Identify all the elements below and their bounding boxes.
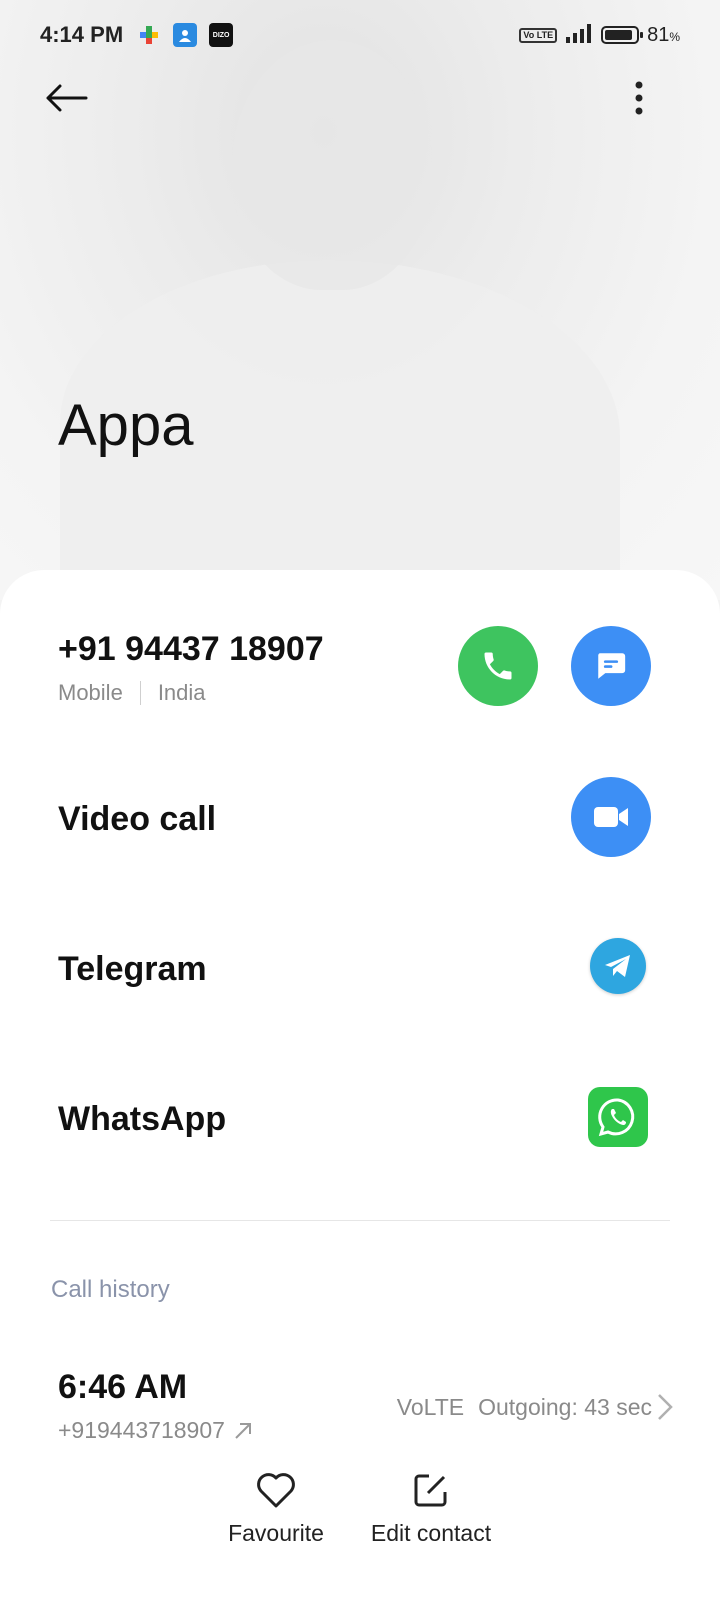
telegram-row[interactable]: Telegram	[0, 910, 720, 1030]
photo-silhouette-head	[232, 40, 432, 290]
message-icon	[598, 653, 626, 679]
contacts-icon	[173, 23, 198, 47]
message-button[interactable]	[571, 626, 651, 706]
phone-type: Mobile	[58, 680, 123, 705]
signal-icon	[565, 23, 593, 48]
battery-level: 81%	[647, 23, 680, 46]
call-time: 6:46 AM	[58, 1368, 188, 1406]
whatsapp-label: WhatsApp	[58, 1100, 227, 1138]
video-call-row[interactable]: Video call	[0, 760, 720, 880]
telegram-label: Telegram	[58, 950, 207, 988]
telegram-button[interactable]	[590, 938, 646, 994]
google-games-icon	[137, 23, 161, 47]
favourite-button[interactable]: Favourite	[226, 1470, 326, 1547]
status-bar: 4:14 PM DIZO Vo LTE 81%	[0, 0, 720, 70]
chevron-right-icon	[658, 1394, 673, 1420]
bottom-action-bar: Favourite Edit contact	[0, 1470, 720, 1600]
contact-name: Appa	[58, 393, 194, 458]
call-history-entry[interactable]: 6:46 AM +919443718907 VoLTE Outgoing: 43…	[0, 1355, 720, 1465]
outgoing-arrow-icon	[235, 1422, 251, 1439]
status-indicators: Vo LTE 81%	[519, 23, 680, 48]
phone-country: India	[157, 680, 206, 705]
status-time: 4:14 PM	[40, 22, 124, 47]
phone-number: +91 94437 18907	[58, 630, 324, 668]
more-options-button[interactable]	[611, 70, 667, 126]
call-network: VoLTE	[396, 1394, 465, 1420]
edit-icon	[414, 1474, 447, 1507]
meta-separator	[139, 681, 141, 705]
edit-contact-label: Edit contact	[370, 1520, 492, 1546]
back-arrow-icon	[46, 84, 88, 112]
dizo-icon: DIZO	[209, 23, 234, 47]
video-call-button[interactable]	[571, 777, 651, 857]
call-details: VoLTE Outgoing: 43 sec	[397, 1394, 652, 1421]
video-camera-icon	[594, 807, 628, 827]
favourite-label: Favourite	[228, 1520, 324, 1546]
whatsapp-row[interactable]: WhatsApp	[0, 1060, 720, 1180]
telegram-icon	[605, 955, 630, 977]
back-button[interactable]	[38, 70, 94, 126]
phone-icon	[484, 652, 512, 680]
section-divider	[50, 1220, 670, 1221]
more-vertical-icon	[635, 81, 643, 115]
call-button[interactable]	[458, 626, 538, 706]
call-number-text: +919443718907	[58, 1417, 225, 1443]
phone-meta: Mobile India	[58, 680, 206, 706]
edit-contact-button[interactable]: Edit contact	[366, 1470, 496, 1547]
call-history-title: Call history	[51, 1276, 170, 1303]
contact-details-sheet: +91 94437 18907 Mobile India Video call	[0, 570, 720, 1600]
battery-icon	[601, 26, 644, 44]
whatsapp-button[interactable]	[588, 1087, 648, 1147]
call-number: +919443718907	[58, 1417, 253, 1444]
video-call-label: Video call	[58, 800, 217, 838]
dizo-label: DIZO	[212, 31, 230, 39]
call-duration: Outgoing: 43 sec	[478, 1394, 652, 1420]
heart-icon	[257, 1473, 295, 1508]
phone-row[interactable]: +91 94437 18907 Mobile India	[0, 570, 720, 730]
whatsapp-icon	[598, 1098, 635, 1137]
volte-icon: Vo LTE	[519, 27, 558, 43]
notification-icons: DIZO	[137, 23, 234, 47]
